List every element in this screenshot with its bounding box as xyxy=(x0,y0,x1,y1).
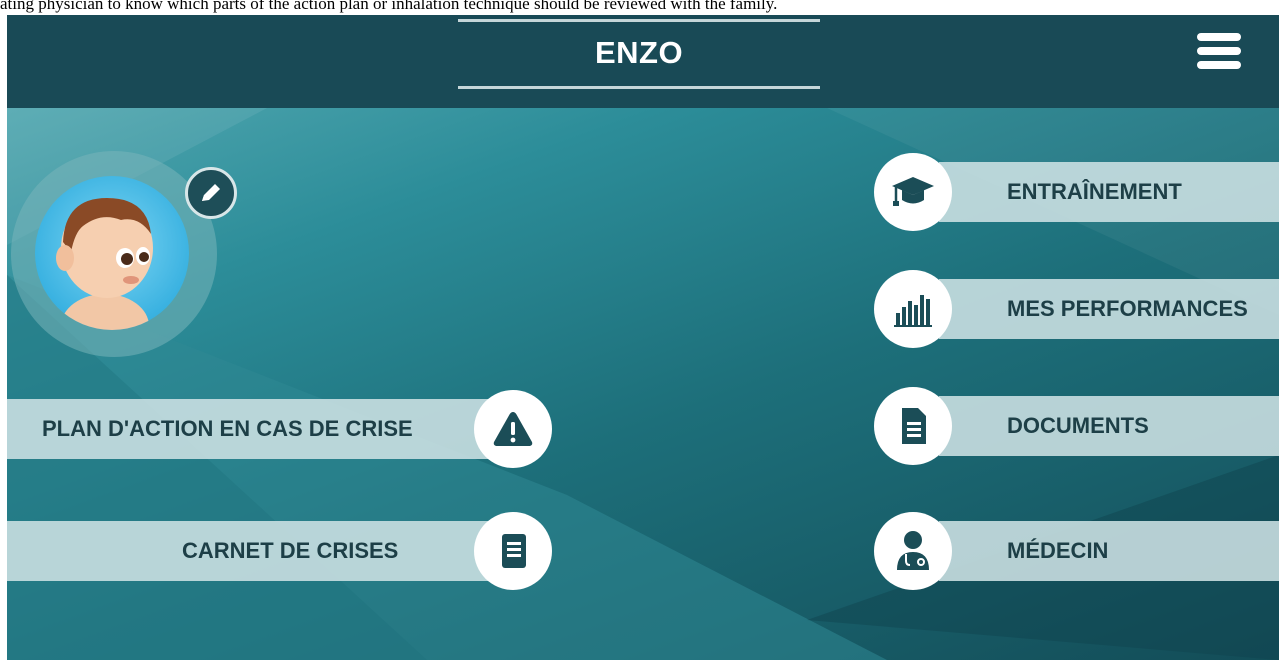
hamburger-menu-icon[interactable] xyxy=(1197,33,1241,69)
title-rule-top xyxy=(458,19,820,22)
menu-item-label: MÉDECIN xyxy=(1007,538,1109,563)
menu-item-action-plan[interactable]: PLAN D'ACTION EN CAS DE CRISE xyxy=(7,399,507,459)
document-icon[interactable] xyxy=(874,387,952,465)
menu-item-label: DOCUMENTS xyxy=(1007,413,1149,438)
menu-item-label: ENTRAÎNEMENT xyxy=(1007,179,1182,204)
bar-chart-icon[interactable] xyxy=(874,270,952,348)
avatar[interactable] xyxy=(35,176,189,330)
menu-item-crisis-log[interactable]: CARNET DE CRISES xyxy=(7,521,507,581)
menu-item-documents[interactable]: DOCUMENTS xyxy=(939,396,1279,456)
menu-item-doctor[interactable]: MÉDECIN xyxy=(939,521,1279,581)
page-title: ENZO xyxy=(594,35,684,70)
pencil-icon xyxy=(202,184,220,201)
title-rule-bottom xyxy=(458,86,820,89)
warning-icon[interactable] xyxy=(474,390,552,468)
menu-item-label: MES PERFORMANCES xyxy=(1007,296,1248,321)
doctor-icon[interactable] xyxy=(874,512,952,590)
graduation-cap-icon[interactable] xyxy=(874,153,952,231)
menu-item-label: PLAN D'ACTION EN CAS DE CRISE xyxy=(42,416,413,441)
top-bar: ENZO xyxy=(7,15,1279,108)
caption-text: ating physician to know which parts of t… xyxy=(0,0,778,13)
menu-item-label: CARNET DE CRISES xyxy=(182,538,399,563)
menu-item-performances[interactable]: MES PERFORMANCES xyxy=(939,279,1279,339)
baby-avatar-image xyxy=(56,198,153,330)
app-screen: ENZO ENTRAÎNEMENT MES PERFORMANCES DOCUM… xyxy=(7,15,1279,660)
menu-item-training[interactable]: ENTRAÎNEMENT xyxy=(939,162,1279,222)
notebook-icon[interactable] xyxy=(474,512,552,590)
edit-profile-button[interactable] xyxy=(185,167,237,219)
